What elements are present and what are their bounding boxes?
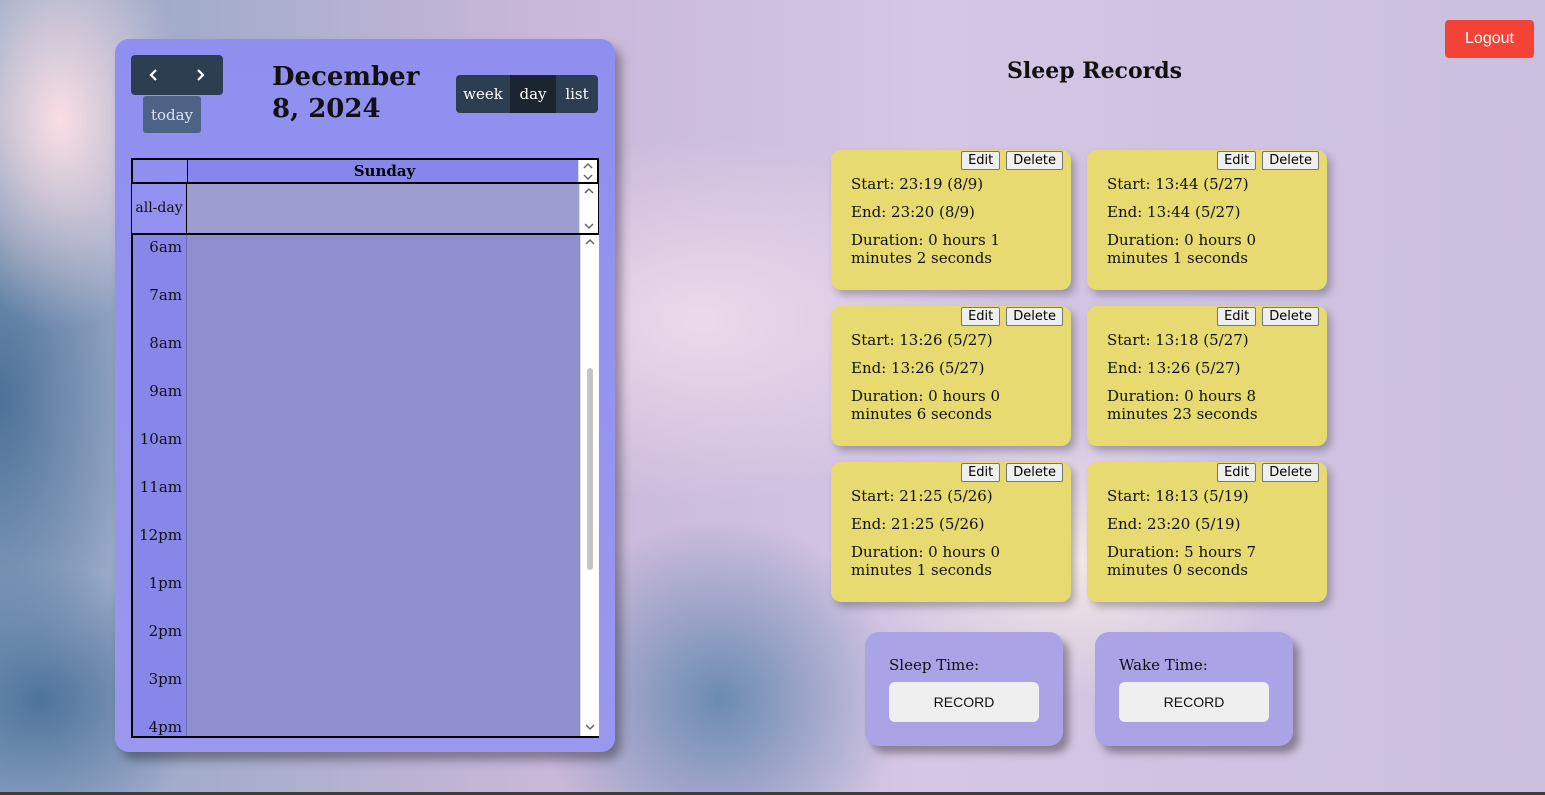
record-duration: Duration: 0 hours 8 minutes 23 seconds (1107, 387, 1258, 423)
edit-button[interactable]: Edit (1217, 307, 1257, 326)
grid-scrollbar[interactable] (580, 235, 599, 736)
list-view-button[interactable]: list (556, 75, 598, 113)
scroll-up-icon (584, 187, 594, 194)
time-label: 1pm (148, 574, 182, 592)
sleep-time-panel: Sleep Time: RECORD (865, 632, 1063, 746)
time-axis: 6am 7am 8am 9am 10am 11am 12pm 1pm 2pm 3… (133, 235, 186, 736)
record-card: Edit Delete Start: 23:19 (8/9) End: 23:20… (831, 150, 1071, 290)
edit-button[interactable]: Edit (961, 463, 1001, 482)
next-button[interactable] (177, 55, 223, 95)
wake-time-panel: Wake Time: RECORD (1095, 632, 1293, 746)
scroll-up-icon (583, 162, 593, 169)
week-view-button[interactable]: week (456, 75, 510, 113)
time-label: 6am (149, 238, 182, 256)
record-end: End: 21:25 (5/26) (851, 515, 985, 533)
record-end: End: 13:44 (5/27) (1107, 203, 1241, 221)
record-end: End: 13:26 (5/27) (851, 359, 985, 377)
chevron-left-icon (149, 69, 157, 81)
scroll-up-icon (585, 238, 595, 245)
allday-cell[interactable] (187, 184, 580, 233)
time-label: 3pm (148, 670, 182, 688)
records-title: Sleep Records (1007, 58, 1182, 84)
edit-button[interactable]: Edit (1217, 463, 1257, 482)
header-scrollbar[interactable] (578, 160, 597, 182)
time-label: 7am (149, 286, 182, 304)
record-start: Start: 18:13 (5/19) (1107, 487, 1249, 505)
record-end: End: 23:20 (8/9) (851, 203, 975, 221)
record-duration: Duration: 0 hours 0 minutes 6 seconds (851, 387, 1000, 423)
record-start: Start: 13:26 (5/27) (851, 331, 993, 349)
allday-scrollbar[interactable] (579, 184, 598, 233)
record-sleep-button[interactable]: RECORD (889, 682, 1039, 722)
edit-button[interactable]: Edit (1217, 151, 1257, 170)
prev-button[interactable] (131, 55, 177, 95)
grid-header: Sunday (131, 158, 599, 184)
time-label: 8am (149, 334, 182, 352)
edit-button[interactable]: Edit (961, 307, 1001, 326)
time-label: 2pm (148, 622, 182, 640)
delete-button[interactable]: Delete (1262, 307, 1319, 326)
sleep-time-label: Sleep Time: (889, 656, 980, 674)
scroll-down-icon (585, 724, 595, 731)
scroll-thumb[interactable] (587, 368, 593, 570)
time-grid: 6am 7am 8am 9am 10am 11am 12pm 1pm 2pm 3… (131, 235, 599, 738)
scroll-down-icon (583, 174, 593, 181)
day-view-button[interactable]: day (510, 75, 556, 113)
time-label: 11am (139, 478, 182, 496)
delete-button[interactable]: Delete (1006, 463, 1063, 482)
record-duration: Duration: 0 hours 1 minutes 2 seconds (851, 231, 1000, 267)
nav-button-group (131, 55, 223, 95)
record-start: Start: 13:18 (5/27) (1107, 331, 1249, 349)
record-card: Edit Delete Start: 13:44 (5/27) End: 13:4… (1087, 150, 1327, 290)
record-card: Edit Delete Start: 18:13 (5/19) End: 23:2… (1087, 462, 1327, 602)
record-card: Edit Delete Start: 21:25 (5/26) End: 21:2… (831, 462, 1071, 602)
time-label: 12pm (139, 526, 182, 544)
calendar-title: December 8, 2024 (272, 62, 420, 124)
delete-button[interactable]: Delete (1262, 463, 1319, 482)
record-start: Start: 21:25 (5/26) (851, 487, 993, 505)
logout-button[interactable]: Logout (1445, 20, 1534, 58)
record-end: End: 23:20 (5/19) (1107, 515, 1241, 533)
record-duration: Duration: 0 hours 0 minutes 1 seconds (1107, 231, 1256, 267)
record-duration: Duration: 0 hours 0 minutes 1 seconds (851, 543, 1000, 579)
time-label: 10am (139, 430, 182, 448)
record-card: Edit Delete Start: 13:26 (5/27) End: 13:2… (831, 306, 1071, 446)
delete-button[interactable]: Delete (1006, 307, 1063, 326)
day-slots[interactable] (186, 235, 580, 736)
time-label: 9am (149, 382, 182, 400)
record-card: Edit Delete Start: 13:18 (5/27) End: 13:2… (1087, 306, 1327, 446)
delete-button[interactable]: Delete (1262, 151, 1319, 170)
axis-header (133, 160, 188, 182)
record-wake-button[interactable]: RECORD (1119, 682, 1269, 722)
record-duration: Duration: 5 hours 7 minutes 0 seconds (1107, 543, 1256, 579)
record-start: Start: 13:44 (5/27) (1107, 175, 1249, 193)
delete-button[interactable]: Delete (1006, 151, 1063, 170)
allday-row: all-day (131, 183, 599, 235)
view-switcher: week day list (456, 75, 598, 113)
record-end: End: 13:26 (5/27) (1107, 359, 1241, 377)
chevron-right-icon (197, 69, 205, 81)
scroll-down-icon (584, 223, 594, 230)
calendar-grid: Sunday all-day 6am 7am 8am 9am 10am 11am (131, 158, 599, 738)
calendar-panel: today December 8, 2024 week day list Sun… (115, 39, 615, 752)
allday-label: all-day (132, 184, 187, 233)
time-label: 4pm (148, 718, 182, 736)
today-button[interactable]: today (143, 96, 201, 133)
edit-button[interactable]: Edit (961, 151, 1001, 170)
wake-time-label: Wake Time: (1119, 656, 1208, 674)
day-header: Sunday (188, 160, 581, 182)
record-start: Start: 23:19 (8/9) (851, 175, 984, 193)
